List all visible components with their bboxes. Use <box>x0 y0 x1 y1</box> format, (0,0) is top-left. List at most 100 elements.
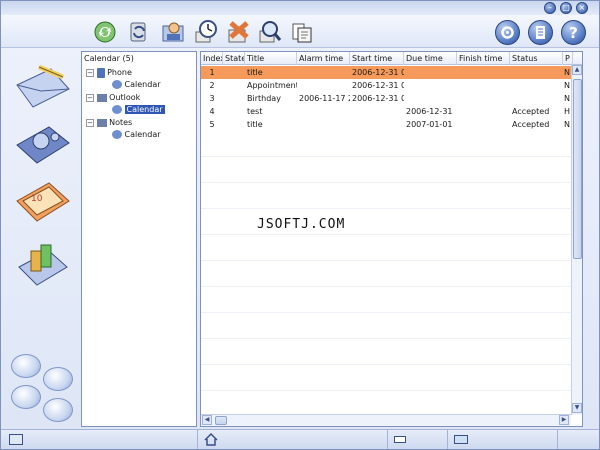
cell-finish-time <box>459 105 510 118</box>
settings-icon[interactable] <box>495 20 520 45</box>
cell-status <box>512 66 563 79</box>
list-icon[interactable] <box>528 20 553 45</box>
organizer-icon[interactable] <box>11 115 73 169</box>
tree-leaf-outlook-calendar[interactable]: Calendar <box>112 104 165 116</box>
calendar-delete-icon[interactable] <box>226 20 250 44</box>
notes-icon[interactable] <box>11 237 73 291</box>
svg-text:?: ? <box>569 24 578 42</box>
horizontal-scroll-thumb[interactable] <box>215 416 227 425</box>
export-icon[interactable] <box>43 367 73 391</box>
cell-start-time <box>352 105 404 118</box>
sync-icon[interactable] <box>93 20 117 44</box>
app-window: – □ × ? 10 Calendar (5) − Phone Calendar… <box>0 0 600 450</box>
computer-icon <box>96 93 107 102</box>
cell-state <box>223 79 245 92</box>
cell-index: 1 <box>209 68 215 77</box>
computer-icon <box>96 118 107 127</box>
search-icon[interactable] <box>258 20 282 44</box>
tree-node-label: Notes <box>109 118 133 127</box>
contacts-icon[interactable] <box>161 20 185 44</box>
scroll-down-icon[interactable]: ▼ <box>572 403 582 413</box>
table-row[interactable]: 2 Appointment 2006-12-31 0( N <box>201 79 571 92</box>
empty-row <box>201 326 571 339</box>
collapse-icon[interactable]: − <box>86 68 94 77</box>
column-header-due-time[interactable]: Due time <box>404 52 457 65</box>
cell-status: Accepted <box>512 107 550 116</box>
maximize-button[interactable]: □ <box>560 2 572 14</box>
phone-icon <box>96 67 105 78</box>
tree-leaf-label: Calendar <box>124 105 165 114</box>
scroll-up-icon[interactable]: ▲ <box>572 65 582 75</box>
tree-leaf-notes-calendar[interactable]: Calendar <box>112 129 161 141</box>
tree-leaf-label: Calendar <box>124 130 161 139</box>
tree-node-phone[interactable]: − Phone <box>86 67 132 79</box>
cell-title: title <box>247 120 263 129</box>
column-header-index[interactable]: Index <box>201 52 223 65</box>
horizontal-scrollbar[interactable]: ◀ ▶ <box>201 414 571 426</box>
help-icon[interactable]: ? <box>561 20 586 45</box>
folder-tree: Calendar (5) − Phone Calendar − Outlook … <box>81 51 197 427</box>
table-row[interactable]: 5 title 2007-01-01 Accepted N <box>201 118 571 131</box>
cell-alarm-time: 2006-11-17 2( <box>299 94 350 103</box>
cell-alarm-time <box>299 118 350 131</box>
column-header-finish-time[interactable]: Finish time <box>457 52 510 65</box>
table-row[interactable]: 1 title 2006-12-31 0( N <box>201 66 571 79</box>
home-icon[interactable] <box>204 432 218 448</box>
cell-index: 5 <box>209 120 215 129</box>
tree-node-notes[interactable]: − Notes <box>86 117 132 129</box>
tree-node-outlook[interactable]: − Outlook <box>86 92 140 104</box>
message-icon[interactable] <box>11 61 73 115</box>
left-navigation: 10 <box>1 49 81 427</box>
cell-start-time: 2006-12-31 0( <box>352 68 404 77</box>
refresh-icon[interactable] <box>127 20 151 44</box>
calendar-small-icon <box>112 130 122 139</box>
cell-state <box>223 66 245 79</box>
scroll-left-icon[interactable]: ◀ <box>202 415 212 425</box>
tree-leaf-label: Calendar <box>124 80 161 89</box>
empty-row <box>201 170 571 183</box>
tree-node-label: Outlook <box>109 93 141 102</box>
status-segment-signal <box>448 430 558 449</box>
battery-icon <box>394 436 406 443</box>
cell-start-time <box>352 118 404 131</box>
alarm-clock-icon[interactable] <box>194 20 218 44</box>
cell-alarm-time <box>299 79 350 92</box>
cell-index: 4 <box>209 107 215 116</box>
column-header-status[interactable]: Status <box>510 52 563 65</box>
paste-icon[interactable] <box>290 20 314 44</box>
cell-index: 3 <box>209 94 215 103</box>
calendar-icon[interactable]: 10 <box>11 175 73 229</box>
scroll-right-icon[interactable]: ▶ <box>559 415 569 425</box>
column-header-start-time[interactable]: Start time <box>350 52 404 65</box>
folder-open-icon[interactable] <box>11 354 41 378</box>
empty-row <box>201 248 571 261</box>
empty-row <box>201 196 571 209</box>
status-segment-device <box>1 430 198 449</box>
list-header: Index State Title Alarm time Start time … <box>201 52 582 65</box>
column-header-priority[interactable]: P <box>563 52 573 65</box>
vertical-scrollbar[interactable]: ▲ ▼ <box>571 65 582 415</box>
cell-state <box>223 105 245 118</box>
column-header-title[interactable]: Title <box>245 52 297 65</box>
cell-due-time <box>406 92 457 105</box>
cell-state <box>223 118 245 131</box>
cell-finish-time <box>459 66 510 79</box>
table-row[interactable]: 3 Birthday 2006-11-17 2( 2006-12-31 0! N <box>201 92 571 105</box>
column-header-state[interactable]: State <box>223 52 245 65</box>
close-button[interactable]: × <box>576 2 588 14</box>
backup-icon[interactable] <box>43 398 73 422</box>
minimize-button[interactable]: – <box>544 2 556 14</box>
status-bar <box>1 429 599 449</box>
tree-leaf-phone-calendar[interactable]: Calendar <box>112 79 161 91</box>
cell-due-time: 2006-12-31 <box>406 107 453 116</box>
collapse-icon[interactable]: − <box>86 118 94 127</box>
tree-root-label[interactable]: Calendar (5) <box>84 54 134 63</box>
cell-title: Birthday <box>247 94 281 103</box>
cell-finish-time <box>459 79 510 92</box>
import-icon[interactable] <box>11 385 41 409</box>
empty-row <box>201 352 571 365</box>
collapse-icon[interactable]: − <box>86 93 94 102</box>
vertical-scroll-thumb[interactable] <box>573 79 582 259</box>
table-row[interactable]: 4 test 2006-12-31 Accepted H <box>201 105 571 118</box>
column-header-alarm-time[interactable]: Alarm time <box>297 52 350 65</box>
